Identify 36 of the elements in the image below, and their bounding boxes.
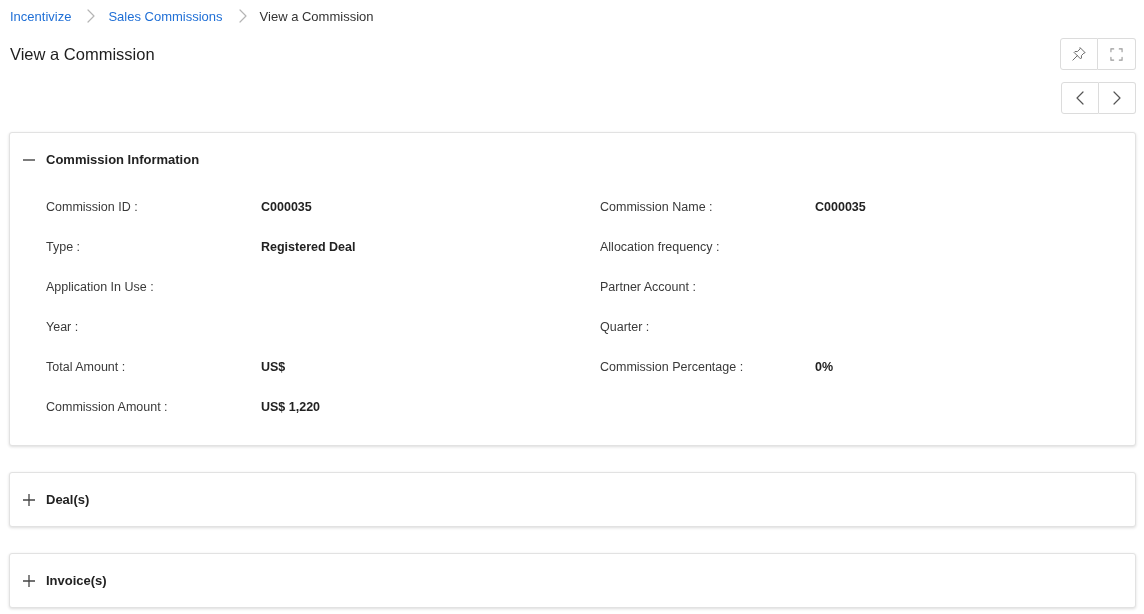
field-value: US$ <box>261 360 286 374</box>
page-title: View a Commission <box>10 44 155 64</box>
breadcrumb-current: View a Commission <box>259 8 374 24</box>
field-label: Year : <box>46 320 80 334</box>
field-label: Commission Percentage : <box>600 360 745 374</box>
fullscreen-button[interactable] <box>1098 38 1136 70</box>
chevron-left-icon <box>1075 91 1084 105</box>
field-label: Commission Amount : <box>46 400 169 414</box>
field-label: Partner Account : <box>600 280 697 294</box>
field-value: US$ 1,220 <box>261 400 321 414</box>
field-label: Type : <box>46 240 82 254</box>
field-value: C000035 <box>815 200 866 214</box>
chevron-right-icon <box>238 9 247 23</box>
pin-icon <box>1072 47 1086 61</box>
breadcrumb-link[interactable]: Sales Commissions <box>108 8 223 24</box>
field-label: Quarter : <box>600 320 651 334</box>
chevron-right-icon <box>87 9 96 23</box>
plus-icon[interactable] <box>23 493 35 506</box>
field-value: 0% <box>815 360 834 374</box>
plus-icon[interactable] <box>23 574 35 587</box>
section-title: Deal(s) <box>46 492 90 507</box>
fullscreen-icon <box>1110 47 1123 61</box>
chevron-right-icon <box>1112 91 1121 105</box>
field-value: Registered Deal <box>261 240 356 254</box>
section-title: Commission Information <box>46 152 200 167</box>
previous-button[interactable] <box>1061 82 1099 114</box>
section-title: Invoice(s) <box>46 573 107 588</box>
next-button[interactable] <box>1098 82 1136 114</box>
field-label: Allocation frequency : <box>600 240 721 254</box>
breadcrumb-link[interactable]: Incentivize <box>10 8 72 24</box>
field-value: C000035 <box>261 200 312 214</box>
field-label: Commission ID : <box>46 200 139 214</box>
field-label: Application In Use : <box>46 280 155 294</box>
field-label: Commission Name : <box>600 200 714 214</box>
field-label: Total Amount : <box>46 360 127 374</box>
pin-button[interactable] <box>1060 38 1098 70</box>
